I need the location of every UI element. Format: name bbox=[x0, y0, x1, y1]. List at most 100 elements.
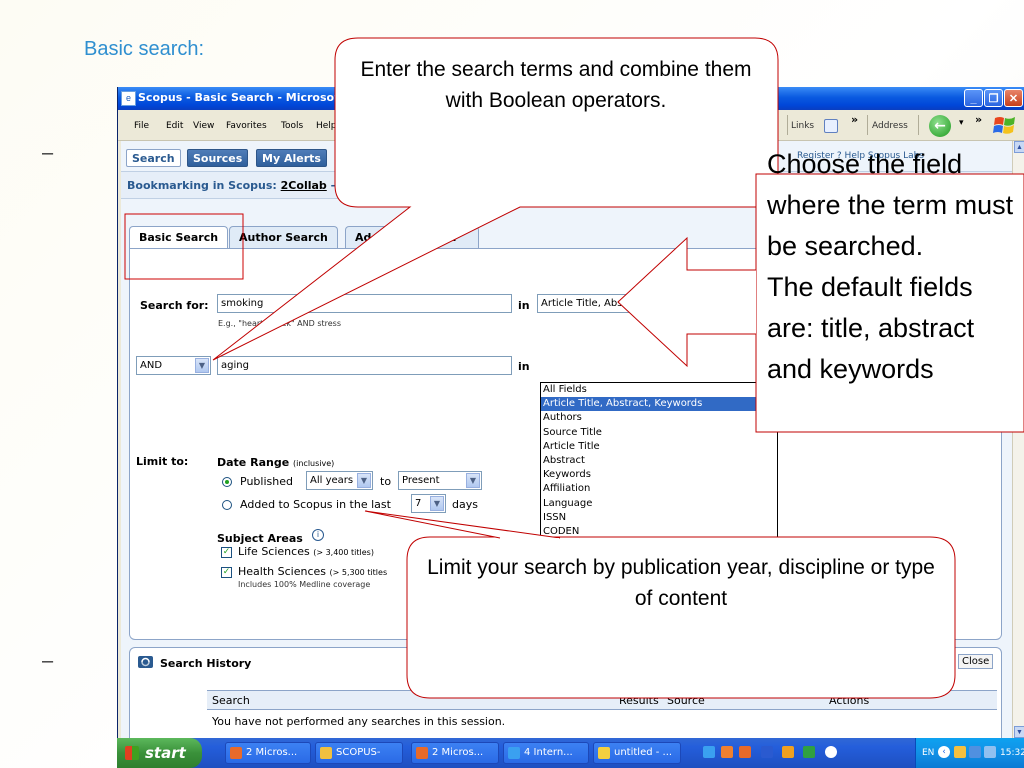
nav-search-button[interactable]: Search bbox=[126, 149, 181, 167]
added-to-scopus-radio[interactable] bbox=[222, 500, 232, 510]
start-button[interactable]: start bbox=[117, 738, 202, 768]
toolbar-separator bbox=[787, 115, 788, 135]
links-label[interactable]: Links bbox=[791, 121, 814, 131]
bookmark-text: Bookmarking in Scopus: 2Collab - bbox=[127, 179, 336, 192]
col-search: Search bbox=[212, 694, 250, 707]
operator-value: AND bbox=[140, 360, 163, 371]
added-days-select[interactable]: 7 ▼ bbox=[411, 494, 446, 513]
year-from-value: All years bbox=[310, 475, 354, 486]
link-page-icon[interactable] bbox=[824, 119, 838, 133]
windows-xp-logo-icon bbox=[993, 117, 1015, 134]
dropdown-option[interactable]: Language bbox=[541, 497, 777, 511]
taskbar-item[interactable]: 4 Intern... bbox=[503, 742, 589, 764]
dropdown-option[interactable]: Keywords bbox=[541, 468, 777, 482]
chevron-down-icon[interactable]: ▼ bbox=[195, 358, 209, 373]
dropdown-option[interactable]: Article Title, Abstract, Keywords bbox=[541, 397, 777, 412]
quicklaunch-media-icon[interactable] bbox=[825, 746, 837, 758]
tab-search-fragment[interactable]: en bbox=[431, 226, 479, 248]
dropdown-option[interactable]: CODEN bbox=[541, 525, 777, 539]
clock: 15:32 bbox=[1000, 748, 1024, 758]
dropdown-option[interactable]: Authors bbox=[541, 411, 777, 425]
tray-speaker-icon[interactable] bbox=[984, 746, 996, 758]
folder-icon bbox=[320, 747, 332, 759]
year-from-select[interactable]: All years ▼ bbox=[306, 471, 373, 490]
tray-network-icon[interactable] bbox=[969, 746, 981, 758]
in-label-1: in bbox=[518, 299, 530, 312]
dropdown-option[interactable]: Article Title bbox=[541, 440, 777, 454]
published-radio[interactable] bbox=[222, 477, 232, 487]
dropdown-option[interactable]: All Fields bbox=[541, 383, 777, 397]
life-sciences-label: Life Sciences (> 3,400 titles) bbox=[238, 545, 374, 558]
bullet-dash-1: – bbox=[42, 142, 54, 164]
links-chevron[interactable]: » bbox=[851, 113, 858, 126]
field-select-1-value: Article Title, Abs bbox=[541, 298, 623, 309]
search-term-2-input[interactable]: aging bbox=[217, 356, 512, 375]
subject-areas-label: Subject Areas bbox=[217, 532, 303, 545]
chevron-down-icon[interactable]: ▼ bbox=[466, 473, 480, 488]
back-arrow-icon[interactable]: ← bbox=[929, 115, 951, 137]
back-dropdown-icon[interactable]: ▾ bbox=[959, 118, 964, 128]
powerpoint-icon bbox=[230, 747, 242, 759]
quicklaunch-firefox-icon[interactable] bbox=[721, 746, 733, 758]
published-label: Published bbox=[240, 475, 293, 488]
quicklaunch-powerpoint-icon[interactable] bbox=[739, 746, 751, 758]
year-to-value: Present bbox=[402, 475, 440, 486]
menu-edit[interactable]: Edit bbox=[166, 121, 183, 131]
bookmark-2collab-link[interactable]: 2Collab bbox=[281, 179, 327, 192]
info-icon[interactable]: i bbox=[312, 529, 324, 541]
search-history-panel: Search History Close Search Results Sour… bbox=[129, 647, 1002, 738]
nav-my-alerts-button[interactable]: My Alerts bbox=[256, 149, 327, 167]
dropdown-option[interactable]: ISSN bbox=[541, 511, 777, 525]
field-select-1[interactable]: Article Title, Abs bbox=[537, 294, 677, 313]
quicklaunch-outlook-icon[interactable] bbox=[782, 746, 794, 758]
taskbar-item[interactable]: untitled - ... bbox=[593, 742, 681, 764]
history-close-button[interactable]: Close bbox=[958, 654, 994, 669]
menu-view[interactable]: View bbox=[193, 121, 214, 131]
maximize-button[interactable]: ❐ bbox=[984, 89, 1003, 107]
dropdown-option[interactable]: Abstract bbox=[541, 454, 777, 468]
paint-icon bbox=[598, 747, 610, 759]
scroll-down-icon[interactable]: ▼ bbox=[1014, 726, 1024, 738]
address-label: Address bbox=[872, 121, 908, 131]
window-title: Scopus - Basic Search - Microsoft Int bbox=[138, 91, 366, 104]
menu-help[interactable]: Help bbox=[316, 121, 337, 131]
boolean-operator-select[interactable]: AND ▼ bbox=[136, 356, 211, 375]
quicklaunch-excel-icon[interactable] bbox=[803, 746, 815, 758]
nav-sources-button[interactable]: Sources bbox=[187, 149, 249, 167]
to-label: to bbox=[380, 475, 392, 488]
life-sciences-checkbox[interactable]: ✓ bbox=[221, 547, 232, 558]
added-days-value: 7 bbox=[415, 498, 422, 509]
dropdown-option[interactable]: Affiliation bbox=[541, 482, 777, 496]
taskbar-item[interactable]: 2 Micros... bbox=[225, 742, 311, 764]
toolbar-chevron[interactable]: » bbox=[975, 113, 982, 126]
tray-app-icon[interactable] bbox=[954, 746, 966, 758]
chevron-down-icon[interactable]: ▼ bbox=[430, 496, 444, 511]
close-button[interactable]: ✕ bbox=[1004, 89, 1023, 107]
added-to-scopus-label: Added to Scopus in the last bbox=[240, 498, 391, 511]
language-indicator[interactable]: EN bbox=[922, 748, 934, 758]
taskbar-item[interactable]: SCOPUS- bbox=[315, 742, 403, 764]
chevron-down-icon[interactable]: ▼ bbox=[357, 473, 371, 488]
date-range-label: Date Range (inclusive) bbox=[217, 456, 335, 469]
right-callout-text: Choose the field where the term must be … bbox=[767, 149, 1014, 384]
menu-file[interactable]: File bbox=[134, 121, 149, 131]
bullet-dash-2: – bbox=[42, 650, 54, 672]
taskbar-item[interactable]: 2 Micros... bbox=[411, 742, 499, 764]
slide-title: Basic search: bbox=[84, 38, 205, 60]
minimize-button[interactable]: _ bbox=[964, 89, 983, 107]
tray-arrow-icon[interactable]: ‹ bbox=[938, 746, 950, 758]
tab-advanced-search[interactable]: Ad bbox=[345, 226, 405, 248]
year-to-select[interactable]: Present ▼ bbox=[398, 471, 482, 490]
quicklaunch-ie-icon[interactable] bbox=[703, 746, 715, 758]
health-sciences-note: Includes 100% Medline coverage bbox=[238, 580, 371, 589]
search-term-1-input[interactable]: smoking bbox=[217, 294, 512, 313]
dropdown-option[interactable]: Source Title bbox=[541, 426, 777, 440]
tab-author-search[interactable]: Author Search bbox=[229, 226, 338, 248]
health-sciences-checkbox[interactable]: ✓ bbox=[221, 567, 232, 578]
tab-basic-search[interactable]: Basic Search bbox=[129, 226, 229, 249]
windows-taskbar: start 2 Micros... SCOPUS- 2 Micros... 4 … bbox=[117, 738, 1024, 768]
menu-favorites[interactable]: Favorites bbox=[226, 121, 267, 131]
menu-tools[interactable]: Tools bbox=[281, 121, 303, 131]
quicklaunch-word-icon[interactable] bbox=[761, 746, 773, 758]
limit-to-label: Limit to: bbox=[136, 455, 189, 468]
